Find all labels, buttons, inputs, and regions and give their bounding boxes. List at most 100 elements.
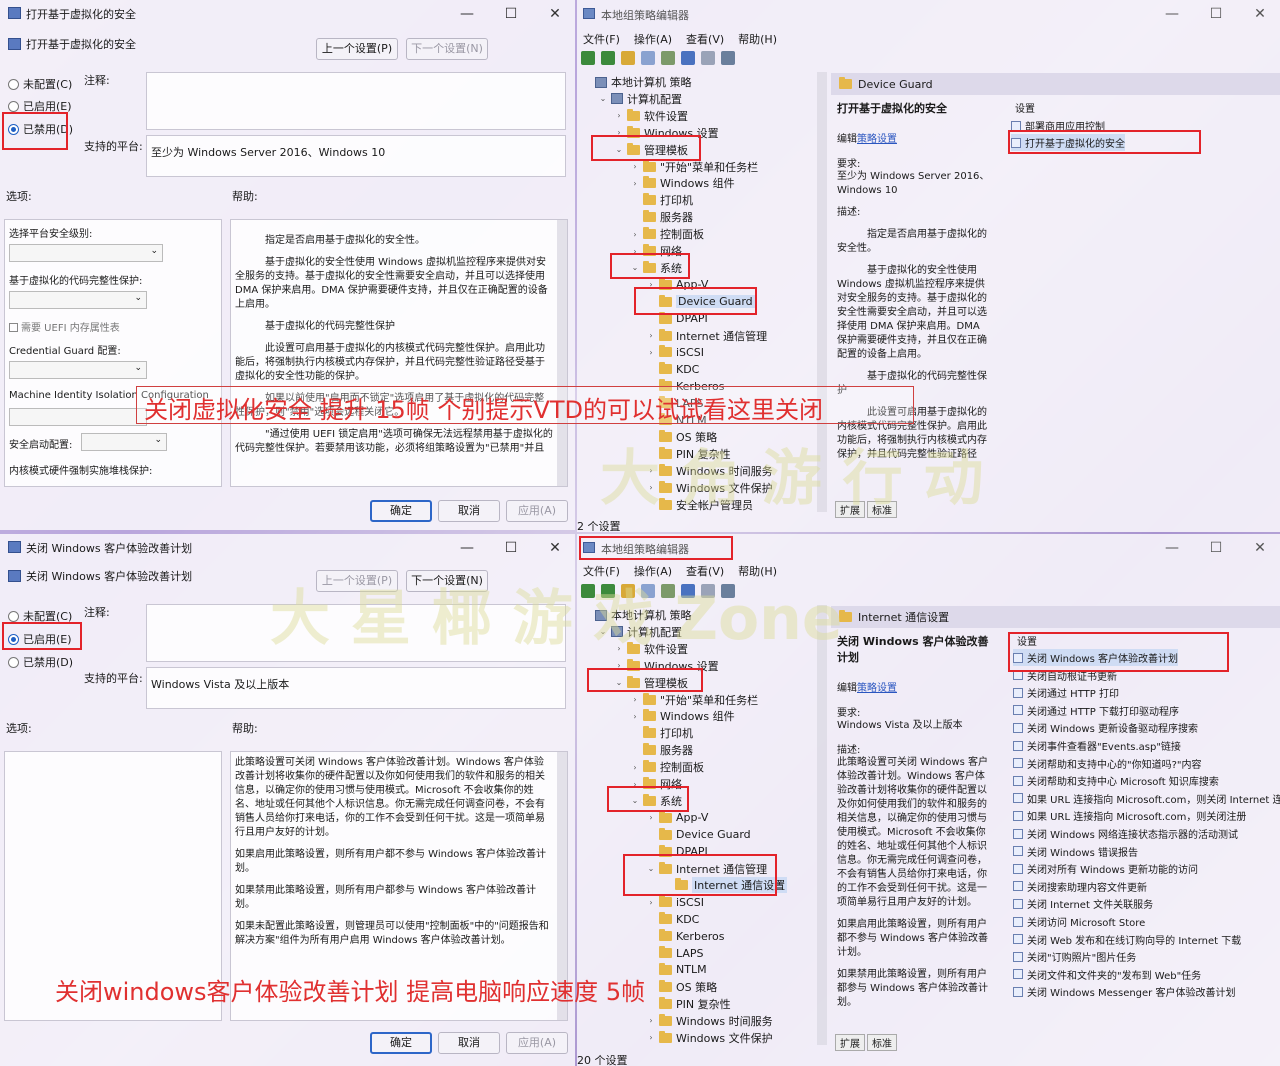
tree-node[interactable]: NTLM — [647, 962, 707, 978]
tree-node[interactable]: › 控制面板 — [631, 226, 704, 242]
expand-arrow-icon[interactable]: › — [615, 128, 623, 137]
close-button[interactable]: ✕ — [543, 6, 567, 22]
expand-arrow-icon[interactable]: › — [631, 780, 639, 789]
comment-textbox[interactable] — [146, 72, 566, 130]
tree-scrollbar[interactable] — [817, 605, 827, 1045]
settings-row[interactable]: 关闭 Internet 文件关联服务 — [1013, 895, 1153, 912]
tree-node[interactable]: › App-V — [647, 810, 708, 826]
option-select[interactable]: ⌄ — [81, 433, 167, 451]
expand-arrow-icon[interactable]: › — [647, 813, 655, 822]
maximize-button[interactable]: ☐ — [1204, 6, 1228, 22]
tree-node[interactable]: Kerberos — [647, 928, 724, 944]
settings-row[interactable]: 关闭访问 Microsoft Store — [1013, 913, 1145, 930]
menu-file[interactable]: 文件(F) — [583, 31, 620, 47]
expand-arrow-icon[interactable]: › — [647, 280, 655, 289]
maximize-button[interactable]: ☐ — [1204, 540, 1228, 556]
cancel-button[interactable]: 取消 — [438, 500, 500, 522]
settings-row[interactable]: 如果 URL 连接指向 Microsoft.com，则关闭注册 — [1013, 807, 1246, 824]
settings-row[interactable]: 关闭 Windows 更新设备驱动程序搜索 — [1013, 719, 1198, 736]
next-setting-button[interactable]: 下一个设置(N) — [406, 38, 488, 60]
tree-node[interactable]: › 网络 — [631, 776, 682, 792]
minimize-button[interactable]: — — [455, 6, 479, 22]
ok-button[interactable]: 确定 — [370, 1032, 432, 1054]
cancel-button[interactable]: 取消 — [438, 1032, 500, 1054]
expand-arrow-icon[interactable]: ⌄ — [647, 864, 655, 873]
settings-row[interactable]: 关闭 Web 发布和在线订购向导的 Internet 下载 — [1013, 931, 1241, 948]
expand-arrow-icon[interactable]: › — [647, 331, 655, 340]
expand-arrow-icon[interactable]: ⌄ — [631, 263, 639, 272]
menu-view[interactable]: 查看(V) — [686, 31, 724, 47]
expand-arrow-icon[interactable]: ⌄ — [615, 678, 623, 687]
settings-row-selected[interactable]: 打开基于虚拟化的安全 — [1011, 134, 1125, 151]
option-select[interactable] — [9, 408, 147, 426]
expand-arrow-icon[interactable]: › — [647, 898, 655, 907]
maximize-button[interactable]: ☐ — [499, 6, 523, 22]
expand-arrow-icon[interactable]: › — [615, 661, 623, 670]
expand-arrow-icon[interactable]: › — [647, 1016, 655, 1025]
prev-setting-button[interactable]: 上一个设置(P) — [316, 38, 398, 60]
expand-arrow-icon[interactable]: › — [631, 247, 639, 256]
minimize-button[interactable]: — — [1160, 6, 1184, 22]
close-button[interactable]: ✕ — [1248, 540, 1272, 556]
radio-not-configured[interactable]: 未配置(C) — [8, 76, 72, 92]
tree-node[interactable]: › iSCSI — [647, 344, 704, 360]
tree-node[interactable]: › Windows 文件保护 — [647, 1030, 773, 1046]
settings-row[interactable]: 关闭 Windows 网络连接状态指示器的活动测试 — [1013, 825, 1238, 842]
help-scrollbar[interactable] — [557, 220, 567, 486]
radio-enabled[interactable]: 已启用(E) — [8, 631, 72, 647]
tree-node[interactable]: ⌄ 系统 — [631, 260, 682, 276]
settings-row[interactable]: 关闭自动根证书更新 — [1013, 667, 1117, 684]
tree-node[interactable]: › 控制面板 — [631, 759, 704, 775]
tree-node[interactable]: › Windows 设置 — [615, 658, 719, 674]
option-select[interactable]: ⌄ — [9, 244, 163, 262]
close-button[interactable]: ✕ — [543, 540, 567, 556]
expand-arrow-icon[interactable]: › — [631, 179, 639, 188]
settings-row-selected[interactable]: 关闭 Windows 客户体验改善计划 — [1013, 649, 1178, 666]
export-icon[interactable] — [661, 51, 675, 65]
expand-arrow-icon[interactable]: ⌄ — [615, 145, 623, 154]
tree-node[interactable]: 打印机 — [631, 192, 693, 208]
settings-row[interactable]: 部署商用应用控制 — [1011, 117, 1105, 134]
apply-button[interactable]: 应用(A) — [506, 1032, 568, 1054]
expand-arrow-icon[interactable]: ⌄ — [631, 796, 639, 805]
maximize-button[interactable]: ☐ — [499, 540, 523, 556]
tree-node[interactable]: › "开始"菜单和任务栏 — [631, 159, 758, 175]
tree-node[interactable]: DPAPI — [647, 311, 708, 327]
tree-node[interactable]: Internet 通信设置 — [663, 877, 788, 894]
tree-node[interactable]: KDC — [647, 361, 699, 377]
option-select[interactable]: ⌄ — [9, 361, 147, 379]
minimize-button[interactable]: — — [1160, 540, 1184, 556]
tree-node[interactable]: ⌄ 计算机配置 — [599, 91, 682, 107]
tree-node[interactable]: › Windows 组件 — [631, 708, 735, 724]
tree-node[interactable]: › App-V — [647, 277, 708, 293]
radio-not-configured[interactable]: 未配置(C) — [8, 608, 72, 624]
settings-row[interactable]: 关闭 Windows 错误报告 — [1013, 843, 1138, 860]
tree-node[interactable]: 打印机 — [631, 725, 693, 741]
expand-arrow-icon[interactable]: › — [631, 712, 639, 721]
filter-icon[interactable] — [721, 51, 735, 65]
tree-node[interactable]: OS 策略 — [647, 979, 717, 995]
back-icon[interactable] — [581, 51, 595, 65]
close-button[interactable]: ✕ — [1248, 6, 1272, 22]
tree-node[interactable]: › iSCSI — [647, 894, 704, 910]
tab-standard[interactable]: 标准 — [867, 1034, 897, 1051]
properties-icon[interactable] — [701, 51, 715, 65]
edit-policy-link[interactable]: 策略设置 — [857, 134, 897, 145]
tree-node[interactable]: DPAPI — [647, 844, 708, 860]
tree-node[interactable]: › Internet 通信管理 — [647, 328, 767, 344]
settings-row[interactable]: 关闭对所有 Windows 更新功能的访问 — [1013, 860, 1198, 877]
expand-arrow-icon[interactable]: › — [631, 695, 639, 704]
expand-arrow-icon[interactable]: › — [647, 1033, 655, 1042]
radio-disabled[interactable]: 已禁用(D) — [8, 121, 73, 137]
settings-row[interactable]: 关闭通过 HTTP 打印 — [1013, 684, 1119, 701]
tree-node[interactable]: › "开始"菜单和任务栏 — [631, 692, 758, 708]
expand-arrow-icon[interactable]: ⌄ — [599, 94, 607, 103]
tree-node[interactable]: ⌄ 系统 — [631, 793, 682, 809]
tree-node[interactable]: Device Guard — [647, 827, 751, 843]
expand-arrow-icon[interactable]: › — [615, 111, 623, 120]
expand-arrow-icon[interactable]: › — [647, 348, 655, 357]
forward-icon[interactable] — [601, 51, 615, 65]
up-folder-icon[interactable] — [621, 51, 635, 65]
tree-node[interactable]: › 软件设置 — [615, 108, 688, 124]
tree-node[interactable]: PIN 复杂性 — [647, 996, 731, 1012]
